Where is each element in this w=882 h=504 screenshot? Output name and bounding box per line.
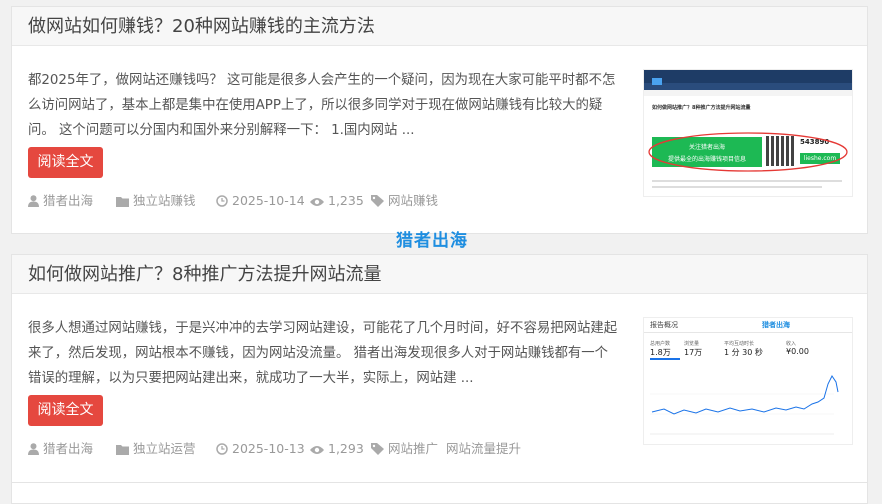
tag-link[interactable]: 网站流量提升 [446,441,521,456]
post-thumbnail[interactable]: 报告概况 猎者出海 总用户数 1.8万 浏览量 17万 平均互动时长 1 分 3… [643,317,853,445]
folder-icon [116,197,129,207]
post-thumbnail[interactable]: 如何做网站推广？8种推广方法提升网站流量 关注猎者出海 提供最全的出海赚钱项目信… [643,69,853,197]
user-icon [28,443,39,455]
post-date: 2025-10-14 [216,191,305,211]
thumb-nav [644,83,852,90]
tag-icon [371,195,384,207]
eye-icon [310,198,324,206]
post-title[interactable]: 如何做网站推广？8种推广方法提升网站流量 [28,255,867,295]
post-meta: 猎者出海 独立站赚钱 2025-10-14 1,235 网站赚钱 [28,191,448,211]
post-tags: 网站赚钱 [371,191,446,211]
thumb-heading: 如何做网站推广？8种推广方法提升网站流量 [652,105,751,111]
post-tags: 网站推广 网站流量提升 [371,439,529,459]
post-excerpt: 很多人想通过网站赚钱，于是兴冲冲的去学习网站建设，可能花了几个月时间，好不容易把… [28,321,618,386]
post-header: 做网站如何赚钱？20种网站赚钱的主流方法 [12,7,867,46]
date-text: 2025-10-13 [232,441,305,456]
category-name: 独立站运营 [133,441,196,456]
author-link[interactable]: 猎者出海 [28,439,93,459]
thumb-banner: 关注猎者出海 提供最全的出海赚钱项目信息 543890 lieshe.com [648,132,848,174]
eye-icon [310,446,324,454]
highlight-circle [648,132,848,172]
category-link[interactable]: 独立站赚钱 [116,191,196,211]
watermark-text: 猎者出海 [396,231,468,251]
date-text: 2025-10-14 [232,193,305,208]
thumb-topbar [644,70,852,85]
tag-icon [371,443,384,455]
read-more-button[interactable]: 阅读全文 [28,147,103,178]
post-date: 2025-10-13 [216,439,305,459]
views-count: 1,235 [328,193,364,208]
user-icon [28,195,39,207]
clock-icon [216,443,228,455]
tag-link[interactable]: 网站推广 [388,441,438,456]
post-header: 如何做网站推广？8种推广方法提升网站流量 [12,255,867,294]
thumb-heading: 报告概况 [650,321,678,329]
post-card: 如何做网站推广？8种推广方法提升网站流量 很多人想通过网站赚钱，于是兴冲冲的去学… [11,254,868,484]
folder-icon [116,445,129,455]
logo-icon [652,78,662,85]
category-name: 独立站赚钱 [133,193,196,208]
post-views: 1,235 [310,191,364,211]
author-link[interactable]: 猎者出海 [28,191,93,211]
trend-chart [650,375,839,435]
author-name: 猎者出海 [43,441,94,456]
read-more-button[interactable]: 阅读全文 [28,395,103,426]
post-meta: 猎者出海 独立站运营 2025-10-13 1,293 网站推广 网站流量提升 [28,439,548,459]
category-link[interactable]: 独立站运营 [116,439,196,459]
post-excerpt: 都2025年了，做网站还赚钱吗？ 这可能是很多人会产生的一个疑问，因为现在大家可… [28,73,616,138]
clock-icon [216,195,228,207]
views-count: 1,293 [328,441,364,456]
post-card [11,482,868,504]
post-title[interactable]: 做网站如何赚钱？20种网站赚钱的主流方法 [28,7,867,47]
post-card: 做网站如何赚钱？20种网站赚钱的主流方法 都2025年了，做网站还赚钱吗？ 这可… [11,6,868,234]
tag-link[interactable]: 网站赚钱 [388,193,438,208]
author-name: 猎者出海 [43,193,94,208]
post-views: 1,293 [310,439,364,459]
